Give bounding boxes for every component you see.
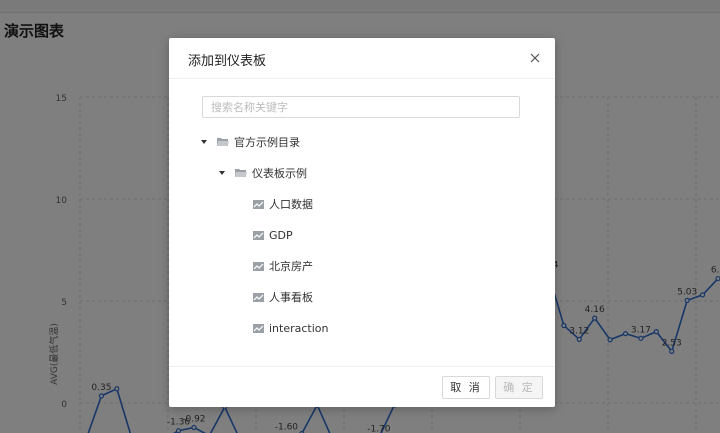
tree-label-root: 官方示例目录 bbox=[234, 136, 300, 149]
tree-item-label: 人事看板 bbox=[269, 291, 313, 304]
caret-down-icon[interactable] bbox=[199, 137, 209, 147]
line-chart-icon bbox=[253, 323, 264, 333]
close-icon bbox=[530, 53, 540, 63]
search-input[interactable] bbox=[202, 96, 520, 118]
tree-item-label: 人口数据 bbox=[269, 198, 313, 211]
folder-open-icon bbox=[217, 137, 229, 147]
dialog-header: 添加到仪表板 bbox=[169, 38, 555, 79]
dialog-footer: 取 消 确 定 bbox=[169, 366, 555, 408]
tree-item-label: 北京房产 bbox=[269, 260, 313, 273]
cancel-button[interactable]: 取 消 bbox=[442, 376, 490, 399]
tree-node-root[interactable]: 官方示例目录 bbox=[199, 132, 300, 152]
tree-item[interactable]: GDP bbox=[253, 225, 293, 245]
tree-item-label: GDP bbox=[269, 228, 293, 242]
ok-button[interactable]: 确 定 bbox=[495, 376, 543, 399]
line-chart-icon bbox=[253, 261, 264, 271]
dialog-title: 添加到仪表板 bbox=[188, 54, 267, 69]
folder-open-icon bbox=[235, 168, 247, 178]
line-chart-icon bbox=[253, 199, 264, 209]
tree-item-label: interaction bbox=[269, 321, 329, 335]
close-button[interactable] bbox=[525, 48, 545, 68]
line-chart-icon bbox=[253, 230, 264, 240]
tree-item[interactable]: 人事看板 bbox=[253, 287, 313, 307]
tree-label-folder: 仪表板示例 bbox=[252, 167, 307, 180]
caret-down-icon[interactable] bbox=[217, 168, 227, 178]
tree-item[interactable]: 人口数据 bbox=[253, 194, 313, 214]
line-chart-icon bbox=[253, 292, 264, 302]
tree-item[interactable]: interaction bbox=[253, 318, 329, 338]
add-to-dashboard-dialog: 添加到仪表板 官方示例目录 仪表板示例 人口数据 bbox=[169, 38, 555, 407]
tree-node-folder[interactable]: 仪表板示例 bbox=[217, 163, 307, 183]
tree-item[interactable]: 北京房产 bbox=[253, 256, 313, 276]
